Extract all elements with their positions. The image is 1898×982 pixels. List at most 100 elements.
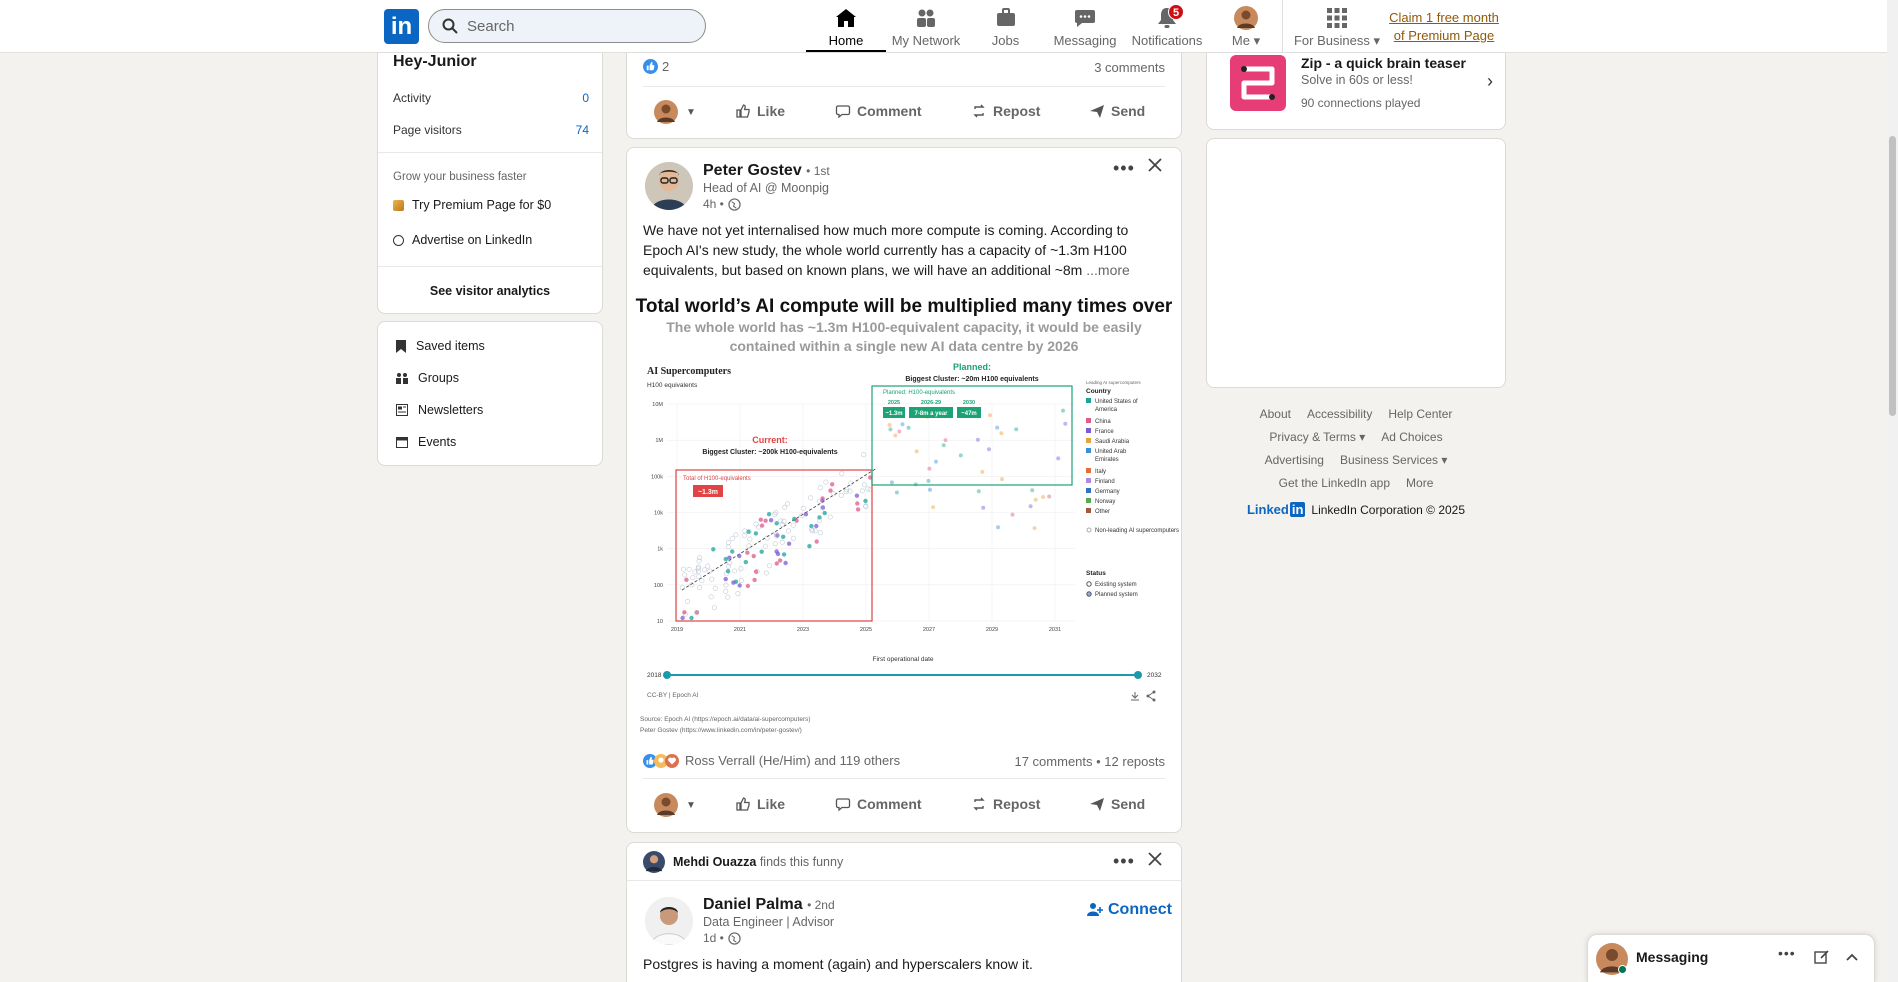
nav-my-network[interactable]: My Network [888,0,964,52]
legend-label: Germany [1095,489,1120,495]
comments-count[interactable]: 3 comments [1094,60,1165,75]
chart-source-1: Source: Epoch AI (https://epoch.ai/data/… [640,716,811,723]
footer-help-center[interactable]: Help Center [1388,407,1452,421]
footer-get-app[interactable]: Get the LinkedIn app [1279,476,1390,490]
planned-data-point [926,478,931,483]
planned-data-point [1033,497,1038,502]
author-name-row[interactable]: Daniel Palma • 2nd [703,896,835,914]
legend-swatch [1086,468,1091,473]
send-button[interactable]: Send [1089,796,1145,812]
legend-label: United Arab [1095,449,1127,455]
reactor-selector[interactable]: ▼ [654,793,696,817]
scrollbar-thumb[interactable] [1889,136,1896,416]
author-name-row[interactable]: Peter Gostev • 1st [703,162,830,180]
nav-for-business[interactable]: For Business ▾ [1292,0,1382,52]
nav-me[interactable]: Me ▾ [1222,0,1270,52]
groups-link[interactable]: Groups [396,371,459,385]
post-card: 2 3 comments ▼ Like Comment Repost Send [626,40,1182,139]
avatar [1596,943,1628,975]
close-icon[interactable] [1148,158,1162,177]
post-time-label: 4h • [703,197,724,211]
footer-advertising[interactable]: Advertising [1265,453,1324,467]
slider-handle-end[interactable] [1134,671,1142,679]
more-options-icon[interactable]: ••• [1113,158,1135,179]
see-visitor-analytics[interactable]: See visitor analytics [378,284,602,298]
try-premium-label: Try Premium Page for $0 [412,198,552,212]
data-point [684,577,689,582]
footer-accessibility[interactable]: Accessibility [1307,407,1372,421]
scrollbar-track[interactable] [1887,0,1898,982]
reaction-summary[interactable]: 2 [643,59,669,74]
like-button[interactable]: Like [735,103,785,119]
footer-privacy-terms[interactable]: Privacy & Terms ▾ [1269,430,1365,444]
like-button[interactable]: Like [735,796,785,812]
avatar-icon [643,851,665,873]
chevron-right-icon[interactable]: › [1487,71,1493,92]
planned-data-point [1010,512,1015,517]
thumbs-up-icon [736,104,750,118]
social-name[interactable]: Mehdi Ouazza [673,855,756,869]
footer-more[interactable]: More [1406,476,1433,490]
legend-label: Italy [1095,469,1106,475]
data-point [830,482,835,487]
send-button[interactable]: Send [1089,103,1145,119]
connect-button[interactable]: Connect [1087,901,1172,919]
like-label: Like [757,796,786,812]
author-avatar[interactable] [645,162,693,210]
comment-button[interactable]: Comment [835,103,922,119]
premium-offer-link[interactable]: Claim 1 free month of Premium Page [1389,9,1499,45]
compose-icon[interactable] [1814,949,1830,970]
saved-items-link[interactable]: Saved items [396,339,485,353]
try-premium-link[interactable]: Try Premium Page for $0 [393,198,551,212]
people-icon [917,9,935,27]
data-point [743,559,748,565]
author-avatar[interactable] [645,897,693,945]
engagement-stats[interactable]: 17 comments • 12 reposts [1014,754,1165,769]
advertise-link[interactable]: Advertise on LinkedIn [393,233,532,247]
events-link[interactable]: Events [396,435,456,449]
footer-ad-choices[interactable]: Ad Choices [1381,430,1442,444]
avatar-icon [654,793,678,817]
nav-notifications[interactable]: Notifications 5 [1128,0,1206,52]
data-point [753,531,759,536]
page-name[interactable]: Hey-Junior [393,53,477,71]
linkedin-logo[interactable]: in [384,9,419,44]
activity-row[interactable]: Activity 0 [393,91,589,105]
nav-jobs[interactable]: Jobs [978,0,1033,52]
see-more-link[interactable]: ...more [1086,262,1130,278]
reactor-selector[interactable]: ▼ [654,100,696,124]
more-options-icon[interactable]: ••• [1778,945,1796,961]
more-options-icon[interactable]: ••• [1113,851,1135,872]
divider [378,266,602,267]
chart-image[interactable]: Total world’s AI compute will be multipl… [627,290,1181,740]
data-point [786,541,792,546]
repost-button[interactable]: Repost [971,796,1040,812]
footer-about[interactable]: About [1260,407,1291,421]
post-card: Mehdi Ouazza finds this funny ••• Daniel… [626,842,1182,982]
nav-messaging[interactable]: Messaging [1050,0,1120,52]
repost-label: Repost [993,796,1041,812]
game-card[interactable]: Zip - a quick brain teaser Solve in 60s … [1206,40,1506,130]
messaging-bar[interactable]: Messaging ••• [1587,934,1875,982]
legend-label: Saudi Arabia [1095,439,1130,445]
reaction-count: 2 [662,59,670,74]
nav-network-label: My Network [891,33,961,48]
close-icon[interactable] [1148,852,1162,871]
send-icon [1090,798,1104,811]
chevron-up-icon[interactable] [1844,949,1860,970]
post-text-line: We have not yet internalised how much mo… [643,222,1129,238]
comment-button[interactable]: Comment [835,796,922,812]
data-point [723,576,728,582]
nav-home[interactable]: Home [806,0,886,52]
data-point [759,523,765,528]
newsletters-link[interactable]: Newsletters [396,403,483,417]
reaction-summary[interactable]: Ross Verrall (He/Him) and 119 others [643,753,900,768]
footer-business-services[interactable]: Business Services ▾ [1340,453,1447,467]
slider-handle-start[interactable] [663,671,671,679]
planned-data-point [913,482,918,487]
visitors-row[interactable]: Page visitors 74 [393,123,589,137]
repost-button[interactable]: Repost [971,103,1040,119]
notification-badge: 5 [1168,4,1184,20]
search-input[interactable]: Search [428,9,706,43]
data-point [820,496,825,501]
